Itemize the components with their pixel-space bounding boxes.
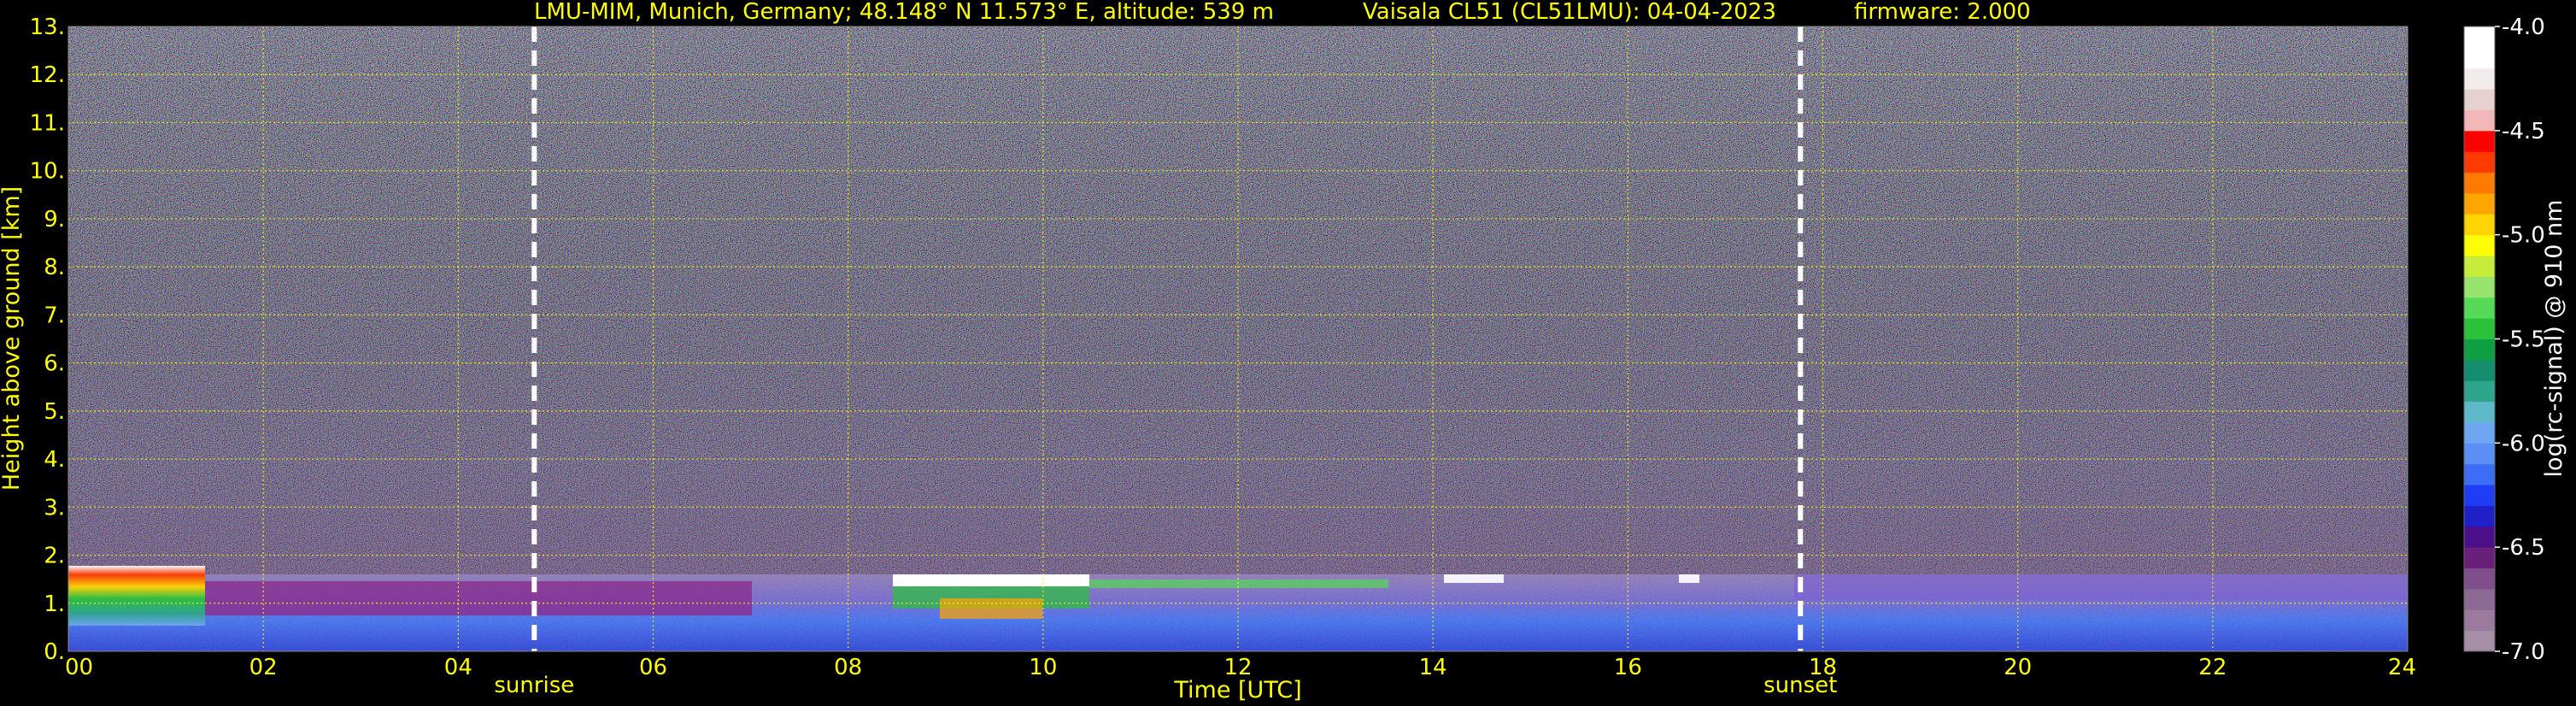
colorbar-swatch: [2464, 256, 2495, 277]
colorbar-swatch: [2464, 68, 2495, 90]
y-tick-label: 4.: [44, 447, 65, 473]
y-tick-label: 9.: [44, 207, 65, 232]
colorbar-swatch: [2464, 151, 2495, 174]
x-axis-label: Time [UTC]: [1173, 677, 1301, 703]
colorbar-swatch: [2464, 172, 2495, 194]
x-tick-label: 14: [1419, 655, 1447, 680]
colorbar-swatch: [2464, 26, 2495, 48]
colorbar-swatch: [2464, 526, 2495, 548]
colorbar-swatch: [2464, 380, 2495, 403]
x-tick-label: 10: [1029, 655, 1057, 680]
colorbar-swatch: [2464, 630, 2495, 652]
colorbar-swatch: [2464, 89, 2495, 110]
colorbar-tick-label: -5.0: [2502, 223, 2545, 249]
colorbar-swatch: [2464, 443, 2495, 465]
x-tick-label: 24: [2388, 655, 2416, 680]
x-tick-label: 08: [834, 655, 862, 680]
y-tick-label: 10.: [30, 159, 65, 185]
colorbar-label: log(rc-signal) @ 910 nm: [2541, 200, 2567, 478]
colorbar-tick-label: -5.5: [2502, 327, 2545, 353]
x-tick-label: 06: [639, 655, 667, 680]
colorbar-swatch: [2464, 338, 2495, 361]
y-tick-label: 12.: [30, 62, 65, 88]
y-tick-label: 13.: [30, 15, 65, 40]
x-tick-label: 18: [1809, 655, 1837, 680]
colorbar-swatch: [2464, 130, 2495, 152]
colorbar-tick-label: -4.0: [2502, 15, 2545, 40]
y-tick-label: 6.: [44, 351, 65, 377]
x-tick-label: 00: [65, 655, 93, 680]
colorbar-ticks: -4.0 -4.5 -5.0 -5.5 -6.0 -6.5 -7.0: [2495, 15, 2545, 665]
y-tick-label: 2.: [44, 544, 65, 569]
x-tick-label: 16: [1614, 655, 1642, 680]
colorbar-swatch: [2464, 485, 2495, 506]
colorbar-swatch: [2464, 505, 2495, 527]
colorbar-swatch: [2464, 234, 2495, 256]
y-tick-label: 8.: [44, 255, 65, 280]
colorbar-tick-label: -6.0: [2502, 431, 2545, 456]
colorbar-swatch: [2464, 109, 2495, 132]
colorbar-swatch: [2464, 609, 2495, 632]
colorbar: [2463, 26, 2496, 652]
x-tick-label: 20: [2004, 655, 2032, 680]
colorbar-swatch: [2464, 588, 2495, 610]
colorbar-swatch: [2464, 568, 2495, 590]
colorbar-swatch: [2464, 463, 2495, 485]
header-instrument: Vaisala CL51 (CL51LMU): 04-04-2023: [1363, 0, 1776, 25]
y-tick-label: 11.: [30, 110, 65, 136]
sunrise-label: sunrise: [494, 673, 574, 698]
colorbar-swatch: [2464, 401, 2495, 423]
colorbar-swatch: [2464, 421, 2495, 444]
ceilometer-figure: sunrise sunset 0.1.2.3.4.5.6.7.8.9.10.11.…: [0, 0, 2567, 703]
colorbar-swatch: [2464, 359, 2495, 381]
y-tick-label: 1.: [44, 591, 65, 617]
header-firmware: firmware: 2.000: [1854, 0, 2031, 25]
x-tick-label: 22: [2198, 655, 2227, 680]
y-tick-label: 5.: [44, 399, 65, 425]
colorbar-swatch: [2464, 297, 2495, 319]
colorbar-swatch: [2464, 192, 2495, 215]
morning-aerosol-layer: [68, 566, 205, 626]
colorbar-swatch: [2464, 547, 2495, 569]
y-axis-label: Height above ground [km]: [0, 186, 25, 491]
x-tick-label: 02: [249, 655, 278, 680]
colorbar-tick-label: -6.5: [2502, 535, 2545, 561]
header-station: LMU-MIM, Munich, Germany; 48.148° N 11.5…: [534, 0, 1274, 25]
colorbar-tick-label: -7.0: [2502, 639, 2545, 665]
y-tick-label: 7.: [44, 303, 65, 328]
y-axis: 0. 1. 2. 3. 4. 5. 6. 7. 8. 9. 10. 11. 12. 13.: [30, 15, 65, 665]
colorbar-swatch: [2464, 276, 2495, 298]
colorbar-swatch: [2464, 214, 2495, 236]
x-tick-label: 04: [444, 655, 472, 680]
colorbar-swatch: [2464, 47, 2495, 69]
colorbar-tick-label: -4.5: [2502, 119, 2545, 144]
y-tick-label: 0.: [44, 639, 65, 665]
colorbar-swatch: [2464, 318, 2495, 339]
y-tick-label: 3.: [44, 495, 65, 521]
cloud-tops: [893, 574, 1089, 586]
